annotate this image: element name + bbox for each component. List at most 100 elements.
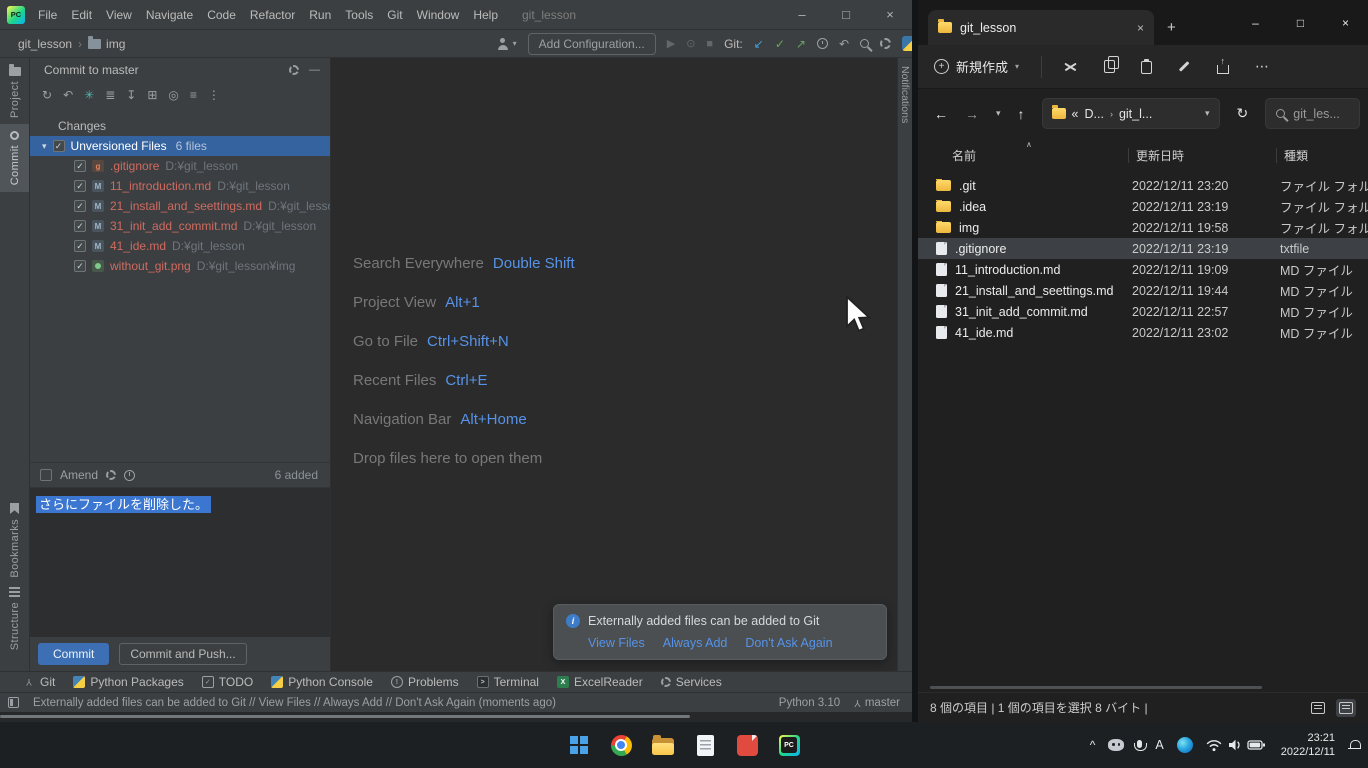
start-button[interactable] xyxy=(566,732,592,758)
menu-item[interactable]: Edit xyxy=(64,0,99,30)
microphone-icon[interactable] xyxy=(1137,740,1142,748)
refresh-icon[interactable]: ↻ xyxy=(1237,105,1249,122)
amend-checkbox-unchecked[interactable] xyxy=(40,469,52,481)
sidebar-tab-bookmarks[interactable]: Bookmarks xyxy=(0,496,29,585)
change-file-row[interactable]: ✓ 11_introduction.md D:¥git_lesson xyxy=(30,176,330,196)
debug-icon[interactable]: ⊙ xyxy=(686,37,695,50)
pycharm-taskbar-button[interactable]: PC xyxy=(776,732,802,758)
run-icon[interactable]: ▶ xyxy=(667,37,675,50)
commit-message-box[interactable]: さらにファイルを削除した。 xyxy=(30,487,330,637)
search-box[interactable]: git_les... xyxy=(1265,98,1360,129)
file-row[interactable]: img 2022/12/11 19:58 ファイル フォルダー xyxy=(918,217,1368,238)
menu-item[interactable]: Run xyxy=(302,0,338,30)
menu-item[interactable]: View xyxy=(99,0,139,30)
close-button[interactable]: × xyxy=(1323,0,1368,45)
column-header-date[interactable]: 更新日時 xyxy=(1136,147,1284,170)
git-update-icon[interactable]: ↙ xyxy=(754,37,764,51)
tool-window-tab[interactable]: Problems xyxy=(382,672,468,692)
rollback-icon[interactable]: ↶ xyxy=(63,88,73,102)
forward-icon[interactable]: → xyxy=(965,106,979,122)
stop-icon[interactable]: ■ xyxy=(706,38,713,50)
expand-all-icon[interactable]: ≡ xyxy=(190,88,197,102)
checkbox-checked[interactable]: ✓ xyxy=(74,220,86,232)
see-more-icon[interactable]: ⋯ xyxy=(1255,58,1270,75)
git-commit-icon[interactable]: ✓ xyxy=(775,37,785,51)
unversioned-files-row[interactable]: ▾ ✓ Unversioned Files 6 files xyxy=(30,136,330,156)
close-button[interactable]: × xyxy=(868,0,912,29)
status-message[interactable]: Externally added files can be added to G… xyxy=(33,697,765,709)
settings-gear-icon[interactable] xyxy=(880,38,891,49)
red-app-taskbar-button[interactable] xyxy=(734,732,760,758)
cut-icon[interactable] xyxy=(1064,61,1078,73)
checkbox-checked[interactable]: ✓ xyxy=(74,180,86,192)
menu-item[interactable]: Navigate xyxy=(139,0,200,30)
change-file-row[interactable]: ✓ 41_ide.md D:¥git_lesson xyxy=(30,236,330,256)
address-collapse-icon[interactable]: « xyxy=(1072,107,1079,121)
paste-icon[interactable] xyxy=(1141,61,1152,74)
checkbox-checked[interactable]: ✓ xyxy=(74,260,86,272)
menu-item[interactable]: Help xyxy=(466,0,505,30)
notification-action-link[interactable]: Don't Ask Again xyxy=(745,636,832,650)
column-divider[interactable] xyxy=(1128,148,1129,163)
sidebar-tab-commit[interactable]: Commit xyxy=(0,124,29,192)
changes-root-row[interactable]: Changes xyxy=(30,116,330,136)
new-tab-button[interactable]: + xyxy=(1167,19,1176,36)
column-header-type[interactable]: 種類 xyxy=(1284,147,1368,170)
file-row[interactable]: 21_install_and_seettings.md 2022/12/11 1… xyxy=(918,280,1368,301)
up-icon[interactable]: ↑ xyxy=(1018,106,1025,122)
tool-window-tab[interactable]: TODO xyxy=(193,672,262,692)
gear-icon[interactable] xyxy=(106,470,116,480)
minimize-button[interactable]: – xyxy=(780,0,824,29)
tool-window-tab[interactable]: Python Console xyxy=(262,672,382,692)
group-by-icon[interactable]: ⊞ xyxy=(147,88,157,102)
maximize-button[interactable]: □ xyxy=(1278,0,1323,45)
refresh-icon[interactable]: ↻ xyxy=(42,88,52,102)
ime-indicator[interactable]: A xyxy=(1155,738,1163,752)
column-header-name[interactable]: 名前 xyxy=(952,147,1136,170)
chevron-down-icon[interactable]: ▾ xyxy=(1205,108,1210,119)
share-icon[interactable] xyxy=(1217,65,1229,74)
change-file-row[interactable]: ✓ 21_install_and_seettings.md D:¥git_les… xyxy=(30,196,330,216)
document-app-taskbar-button[interactable] xyxy=(692,732,718,758)
explorer-tab[interactable]: git_lesson × xyxy=(928,10,1154,45)
change-file-row[interactable]: ✓ .gitignore D:¥git_lesson xyxy=(30,156,330,176)
shelve-icon[interactable]: ↧ xyxy=(126,88,136,102)
list-view-icon[interactable]: ≣ xyxy=(105,88,115,102)
layout-toggle-icon[interactable] xyxy=(8,697,19,708)
file-row[interactable]: 11_introduction.md 2022/12/11 19:09 MD フ… xyxy=(918,259,1368,280)
file-row[interactable]: 41_ide.md 2022/12/11 23:02 MD ファイル xyxy=(918,322,1368,343)
rename-icon[interactable] xyxy=(1178,60,1191,73)
search-icon[interactable] xyxy=(860,39,869,48)
network-volume-battery-icons[interactable] xyxy=(1206,737,1268,753)
checkbox-checked[interactable]: ✓ xyxy=(53,140,65,152)
rollback-icon[interactable]: ↶ xyxy=(839,37,849,51)
file-row[interactable]: .git 2022/12/11 23:20 ファイル フォルダー xyxy=(918,175,1368,196)
minimize-button[interactable]: – xyxy=(1233,0,1278,45)
tool-window-tab[interactable]: Terminal xyxy=(468,672,548,692)
python-interpreter-widget[interactable]: Python 3.10 xyxy=(779,697,840,709)
changelist-icon[interactable]: ✳ xyxy=(84,88,94,102)
sidebar-tab-project[interactable]: Project xyxy=(0,60,29,125)
column-divider[interactable] xyxy=(1276,148,1277,163)
chevron-down-icon[interactable]: ▾ xyxy=(42,141,47,152)
edge-icon[interactable] xyxy=(1177,737,1193,753)
tool-window-tab[interactable]: Services xyxy=(652,672,731,692)
address-crumb-drive[interactable]: D... xyxy=(1084,107,1103,121)
sidebar-tab-notifications[interactable]: Notifications xyxy=(899,58,911,123)
chrome-taskbar-button[interactable] xyxy=(608,732,634,758)
tab-close-icon[interactable]: × xyxy=(1137,21,1144,35)
discord-icon[interactable] xyxy=(1108,739,1124,751)
notification-bell-icon[interactable] xyxy=(1348,739,1360,751)
file-row[interactable]: 31_init_add_commit.md 2022/12/11 22:57 M… xyxy=(918,301,1368,322)
add-configuration-button[interactable]: Add Configuration... xyxy=(528,33,656,55)
taskbar-clock[interactable]: 23:21 2022/12/11 xyxy=(1281,731,1335,760)
back-icon[interactable]: ← xyxy=(934,106,948,122)
notification-action-link[interactable]: View Files xyxy=(588,636,645,650)
git-push-icon[interactable]: ↗ xyxy=(796,37,806,51)
checkbox-checked[interactable]: ✓ xyxy=(74,200,86,212)
tool-window-tab[interactable]: ExcelReader xyxy=(548,672,652,692)
list-view-icon[interactable] xyxy=(1308,699,1328,717)
user-icon[interactable] xyxy=(497,38,509,50)
checkbox-checked[interactable]: ✓ xyxy=(74,160,86,172)
file-row[interactable]: .idea 2022/12/11 23:19 ファイル フォルダー xyxy=(918,196,1368,217)
